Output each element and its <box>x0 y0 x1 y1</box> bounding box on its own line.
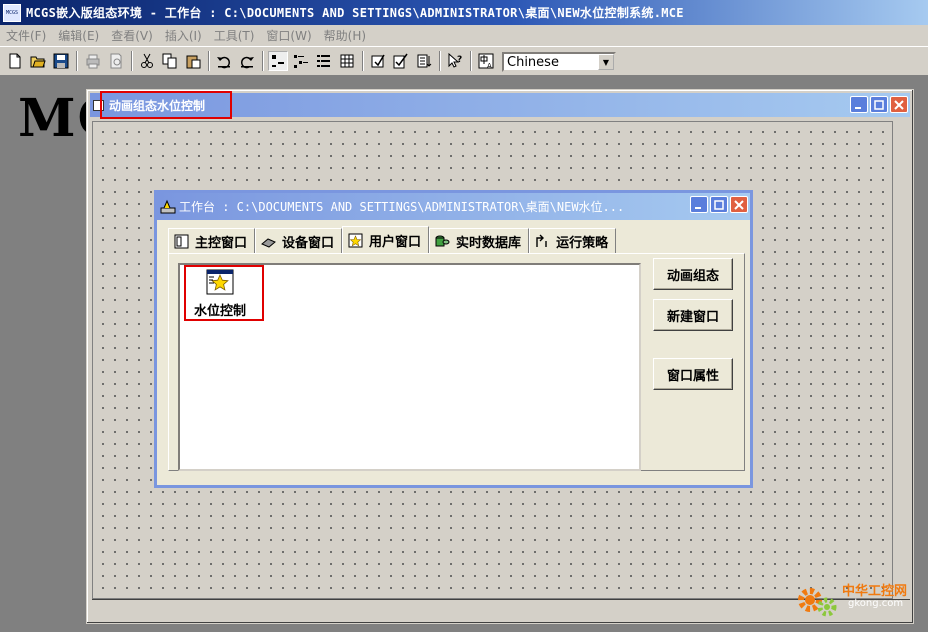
workbench-titlebar[interactable]: 工作台 : C:\DOCUMENTS AND SETTINGS\ADMINIST… <box>157 193 750 220</box>
user-window-icon <box>348 233 363 247</box>
caption-buttons <box>850 96 908 113</box>
workbench-tabs: 主控窗口 设备窗口 用户窗口 实时数据库 运行策略 <box>168 226 617 253</box>
menu-tools[interactable]: 工具(T) <box>208 27 261 44</box>
svg-text:A: A <box>487 62 492 69</box>
language-select-value: Chinese <box>507 54 559 70</box>
tab-device-window[interactable]: 设备窗口 <box>255 228 343 253</box>
sort-icon[interactable] <box>414 51 434 71</box>
menu-window[interactable]: 窗口(W) <box>260 27 317 44</box>
app-titlebar[interactable]: MCGS MCGS嵌入版组态环境 - 工作台 : C:\DOCUMENTS AN… <box>0 0 928 25</box>
user-window-list[interactable]: 水位控制 <box>178 263 641 471</box>
menu-file[interactable]: 文件(F) <box>0 27 52 44</box>
save-icon[interactable] <box>51 51 71 71</box>
main-window-icon <box>174 234 189 248</box>
watermark-title: 中华工控网 <box>842 584 908 599</box>
minimize-button[interactable] <box>690 196 708 213</box>
maximize-button[interactable] <box>870 96 888 113</box>
svg-text:?: ? <box>457 55 462 65</box>
chevron-down-icon[interactable]: ▼ <box>598 54 614 70</box>
maximize-icon <box>714 199 724 210</box>
language-select[interactable]: Chinese ▼ <box>502 52 616 72</box>
menu-insert[interactable]: 插入(I) <box>159 27 208 44</box>
app-title: MCGS嵌入版组态环境 - 工作台 : C:\DOCUMENTS AND SET… <box>26 6 684 20</box>
open-folder-icon[interactable] <box>28 51 48 71</box>
new-file-icon[interactable] <box>5 51 25 71</box>
undo-icon[interactable] <box>214 51 234 71</box>
horizontal-scrollbar[interactable] <box>92 599 910 618</box>
minimize-icon <box>695 206 701 209</box>
workbench-window: 工作台 : C:\DOCUMENTS AND SETTINGS\ADMINIST… <box>154 190 753 488</box>
maximize-button[interactable] <box>710 196 728 213</box>
tab-label: 主控窗口 <box>195 235 248 251</box>
details-view-icon[interactable] <box>314 51 334 71</box>
database-icon <box>435 235 450 246</box>
close-button[interactable] <box>730 196 748 213</box>
tab-label: 用户窗口 <box>369 234 422 250</box>
workbench-title: 工作台 : C:\DOCUMENTS AND SETTINGS\ADMINIST… <box>179 200 625 214</box>
vertical-scrollbar[interactable] <box>892 121 910 599</box>
paste-icon[interactable] <box>183 51 203 71</box>
print-preview-icon[interactable] <box>106 51 126 71</box>
watermark: 中华工控网 gkong.com <box>794 574 922 624</box>
tab-label: 设备窗口 <box>282 235 335 251</box>
toolbar-separator <box>131 51 133 71</box>
new-window-button[interactable]: 新建窗口 <box>653 299 733 331</box>
tab-realtime-database[interactable]: 实时数据库 <box>429 228 530 253</box>
redo-icon[interactable] <box>237 51 257 71</box>
toolbar: ? A Chinese ▼ <box>0 46 928 76</box>
toolbar-separator <box>362 51 364 71</box>
maximize-icon <box>874 99 884 110</box>
menu-help[interactable]: 帮助(H) <box>318 27 372 44</box>
menu-edit[interactable]: 编辑(E) <box>52 27 105 44</box>
copy-icon[interactable] <box>160 51 180 71</box>
title-highlight-box <box>100 91 232 119</box>
tab-user-window[interactable]: 用户窗口 <box>342 226 430 253</box>
tab-panel: 水位控制 动画组态 新建窗口 窗口属性 <box>168 253 745 471</box>
menu-view[interactable]: 查看(V) <box>105 27 159 44</box>
cut-icon[interactable] <box>137 51 157 71</box>
item-highlight-box <box>184 265 264 321</box>
close-icon <box>734 199 744 210</box>
tab-run-strategy[interactable]: 运行策略 <box>529 228 617 253</box>
list-view-icon[interactable] <box>291 51 311 71</box>
app-logo-icon: MCGS <box>3 3 21 22</box>
toolbar-separator <box>76 51 78 71</box>
gear-icon <box>798 588 837 617</box>
menu-bar: 文件(F) 编辑(E) 查看(V) 插入(I) 工具(T) 窗口(W) 帮助(H… <box>0 25 928 46</box>
print-icon[interactable] <box>83 51 103 71</box>
language-icon[interactable]: A <box>476 51 496 71</box>
toolbar-separator <box>470 51 472 71</box>
close-button[interactable] <box>890 96 908 113</box>
toolbar-separator <box>208 51 210 71</box>
device-icon <box>261 237 276 248</box>
toolbar-separator <box>262 51 264 71</box>
watermark-url: gkong.com <box>848 598 904 609</box>
help-pointer-icon[interactable]: ? <box>445 51 465 71</box>
minimize-button[interactable] <box>850 96 868 113</box>
toolbar-separator <box>439 51 441 71</box>
tab-main-window[interactable]: 主控窗口 <box>168 228 256 253</box>
tab-label: 运行策略 <box>556 235 609 251</box>
properties-icon[interactable] <box>368 51 388 71</box>
minimize-icon <box>855 106 861 109</box>
small-icons-view-icon[interactable] <box>268 51 288 71</box>
check-icon[interactable] <box>391 51 411 71</box>
close-icon <box>894 99 904 110</box>
strategy-icon <box>536 234 547 247</box>
workbench-icon <box>160 199 176 213</box>
window-properties-button[interactable]: 窗口属性 <box>653 358 733 390</box>
grid-view-icon[interactable] <box>337 51 357 71</box>
animate-config-button[interactable]: 动画组态 <box>653 258 733 290</box>
caption-buttons <box>690 196 748 213</box>
tab-label: 实时数据库 <box>456 235 522 251</box>
